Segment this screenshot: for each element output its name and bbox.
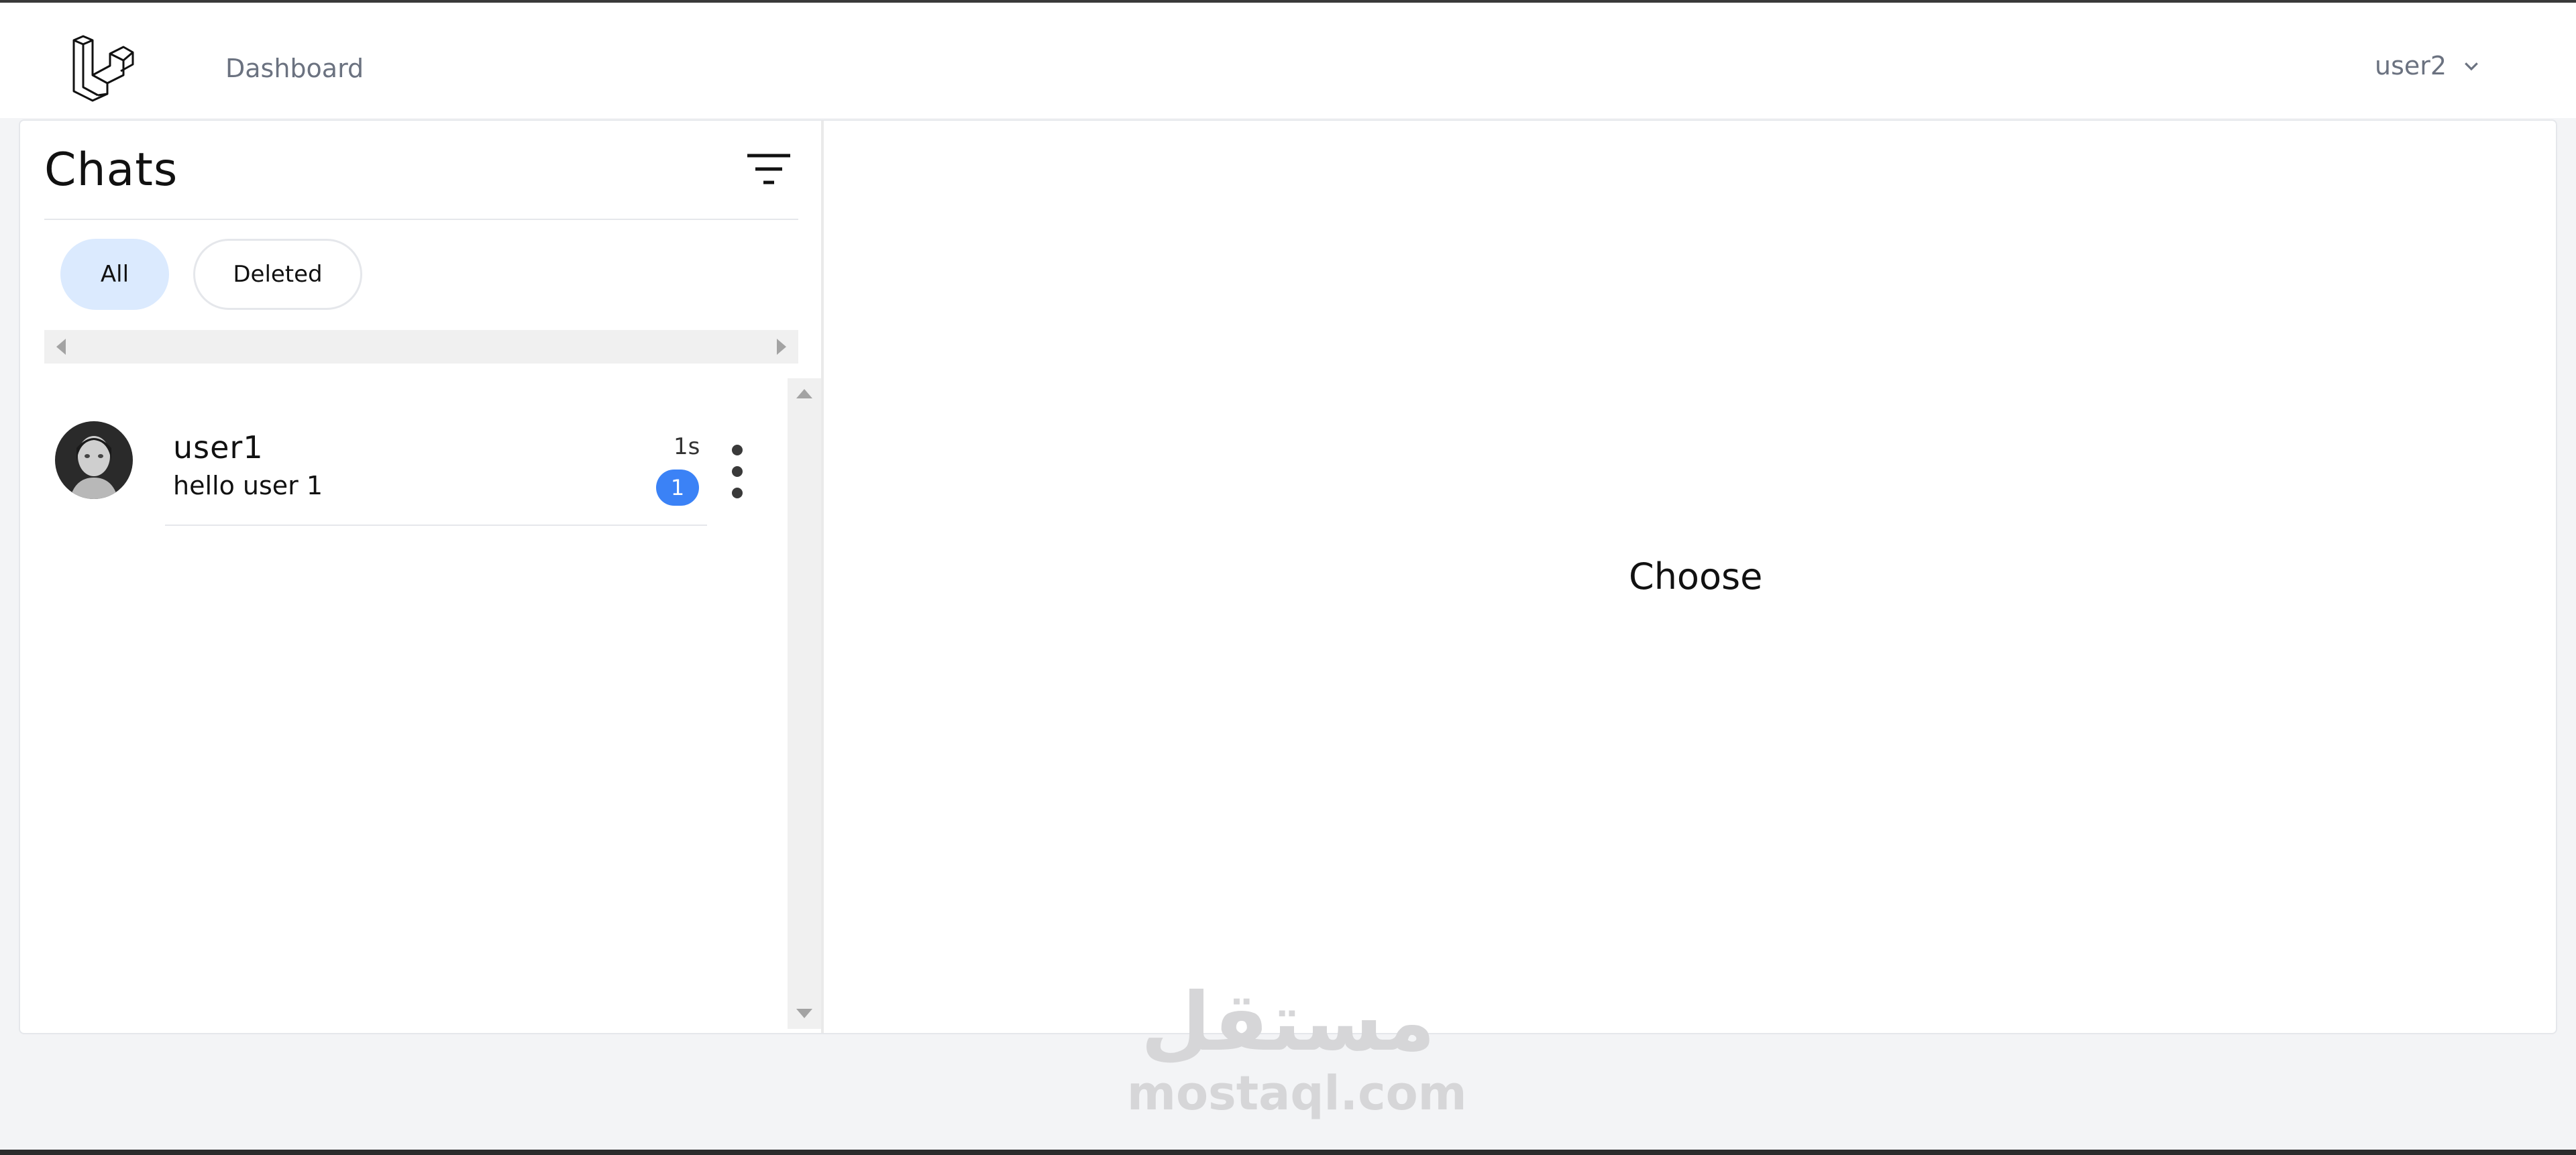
filter-icon[interactable] bbox=[746, 153, 792, 186]
watermark-arabic: مستقل bbox=[1140, 976, 1436, 1069]
scroll-left-icon[interactable] bbox=[56, 339, 66, 355]
chat-item-name[interactable]: user1 bbox=[173, 429, 264, 465]
chat-item-time: 1s bbox=[674, 433, 700, 460]
chat-sidebar: Chats All Deleted user1 hello user 1 1s … bbox=[20, 121, 824, 1033]
watermark: مستقل mostaql.com bbox=[1127, 976, 1467, 1121]
vertical-scrollbar[interactable] bbox=[788, 378, 821, 1029]
chats-title: Chats bbox=[44, 144, 178, 197]
chat-item-divider bbox=[165, 525, 707, 526]
top-navbar: Dashboard user2 bbox=[0, 3, 2576, 118]
user-menu-label: user2 bbox=[2375, 51, 2447, 80]
avatar[interactable] bbox=[55, 421, 133, 499]
chevron-down-icon bbox=[2465, 62, 2478, 71]
chat-panel: Chats All Deleted user1 hello user 1 1s … bbox=[19, 119, 2557, 1034]
more-vertical-icon[interactable] bbox=[727, 441, 747, 502]
filter-all-pill[interactable]: All bbox=[60, 239, 169, 310]
user-menu[interactable]: user2 bbox=[2375, 51, 2481, 80]
horizontal-scrollbar[interactable] bbox=[44, 330, 798, 364]
dashboard-link[interactable]: Dashboard bbox=[225, 54, 364, 83]
window-bottom-edge bbox=[0, 1150, 2576, 1155]
empty-state-text: Choose bbox=[1629, 555, 1763, 598]
header-divider bbox=[44, 219, 798, 220]
watermark-latin: mostaql.com bbox=[1127, 1066, 1467, 1121]
laravel-logo-icon[interactable] bbox=[70, 35, 137, 102]
filter-deleted-pill[interactable]: Deleted bbox=[193, 239, 362, 310]
scroll-right-icon[interactable] bbox=[777, 339, 786, 355]
unread-badge: 1 bbox=[656, 470, 699, 506]
scroll-down-icon[interactable] bbox=[796, 1009, 812, 1018]
scroll-up-icon[interactable] bbox=[796, 389, 812, 398]
chat-item-message[interactable]: hello user 1 bbox=[173, 471, 323, 500]
conversation-area: Choose bbox=[824, 121, 2556, 1033]
